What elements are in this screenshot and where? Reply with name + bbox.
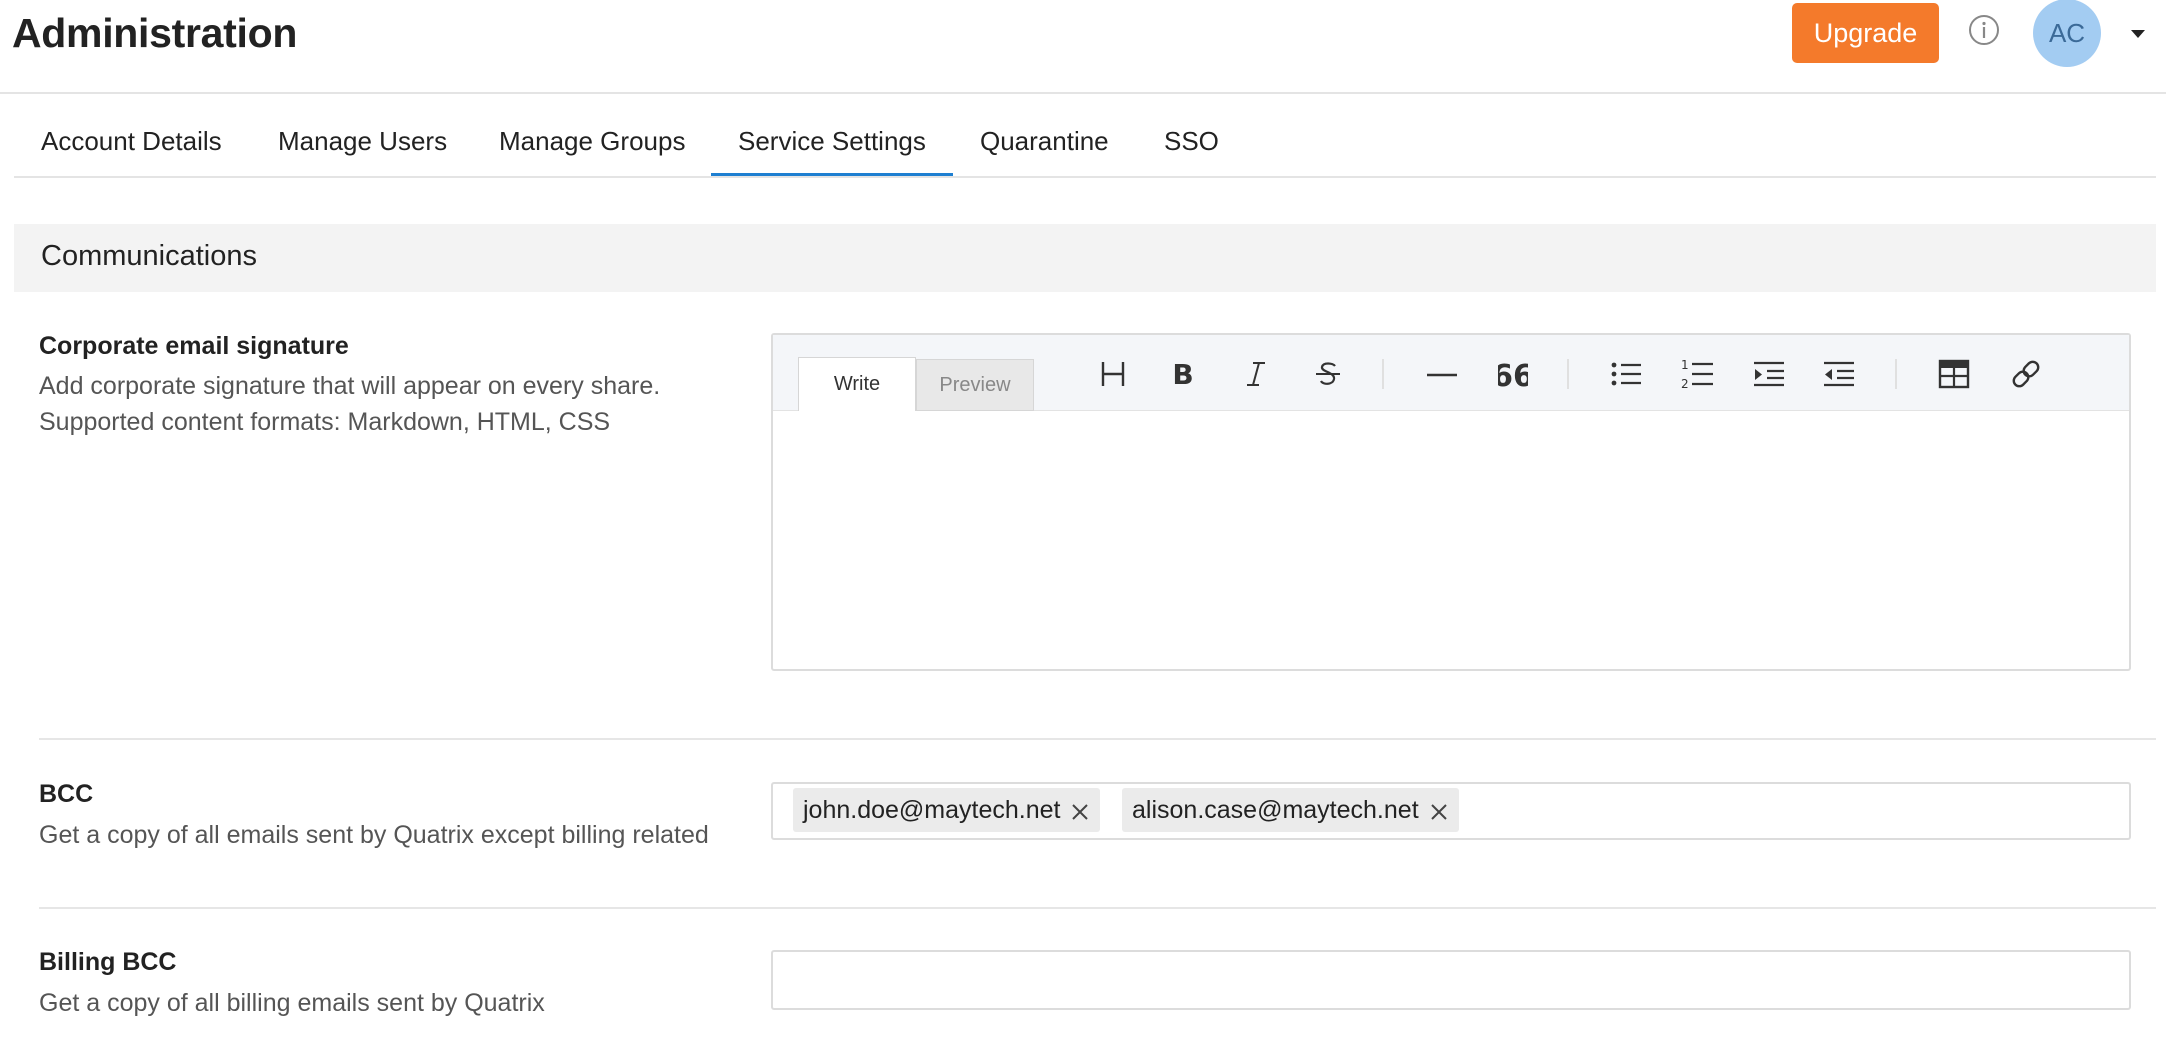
- bulleted-list-icon[interactable]: [1604, 352, 1648, 396]
- svg-text:1: 1: [1681, 358, 1689, 372]
- indent-icon[interactable]: [1747, 352, 1791, 396]
- signature-description-line2: Supported content formats: Markdown, HTM…: [39, 408, 611, 436]
- email-chip: john.doe@maytech.net: [793, 788, 1101, 832]
- heading-icon[interactable]: [1091, 352, 1135, 396]
- tab-account-details[interactable]: Account Details: [41, 126, 222, 157]
- caret-down-icon[interactable]: [2130, 27, 2146, 39]
- table-icon[interactable]: [1932, 352, 1976, 396]
- svg-text:B: B: [1172, 359, 1193, 389]
- strikethrough-icon[interactable]: [1306, 352, 1350, 396]
- editor-tab-write[interactable]: Write: [798, 357, 916, 411]
- bcc-label: BCC: [39, 780, 94, 808]
- italic-icon[interactable]: [1234, 352, 1278, 396]
- upgrade-button[interactable]: Upgrade: [1792, 3, 1939, 63]
- svg-text:2: 2: [1681, 377, 1689, 390]
- row-divider: [39, 738, 2156, 740]
- billing-bcc-description: Get a copy of all billing emails sent by…: [39, 989, 545, 1017]
- remove-icon[interactable]: [1070, 800, 1090, 820]
- toolbar-separator: [1567, 359, 1569, 389]
- email-chip: alison.case@maytech.net: [1122, 788, 1459, 832]
- page-title: Administration: [12, 10, 298, 56]
- svg-text:66: 66: [1498, 359, 1528, 389]
- tab-quarantine[interactable]: Quarantine: [980, 126, 1109, 157]
- email-chip-label: john.doe@maytech.net: [803, 795, 1061, 824]
- quote-icon[interactable]: 66: [1491, 352, 1535, 396]
- remove-icon[interactable]: [1429, 800, 1449, 820]
- section-title: Communications: [41, 240, 257, 272]
- outdent-icon[interactable]: [1817, 352, 1861, 396]
- tab-manage-groups[interactable]: Manage Groups: [499, 126, 685, 157]
- billing-bcc-input[interactable]: [771, 950, 2131, 1010]
- toolbar-separator: [1382, 359, 1384, 389]
- section-header: [14, 224, 2156, 292]
- editor-tab-preview[interactable]: Preview: [916, 359, 1034, 411]
- tab-manage-users[interactable]: Manage Users: [278, 126, 447, 157]
- bold-icon[interactable]: B: [1161, 352, 1205, 396]
- signature-label: Corporate email signature: [39, 332, 349, 360]
- billing-bcc-label: Billing BCC: [39, 948, 177, 976]
- email-chip-label: alison.case@maytech.net: [1132, 795, 1419, 824]
- tab-service-settings[interactable]: Service Settings: [738, 126, 926, 157]
- avatar[interactable]: AC: [2033, 0, 2101, 67]
- link-icon[interactable]: [2004, 352, 2048, 396]
- info-icon[interactable]: [1967, 13, 2001, 47]
- signature-description-line1: Add corporate signature that will appear…: [39, 372, 661, 400]
- active-tab-indicator: [711, 173, 953, 176]
- numbered-list-icon[interactable]: 1 2: [1675, 352, 1719, 396]
- horizontal-rule-icon[interactable]: [1420, 352, 1464, 396]
- tab-sso[interactable]: SSO: [1164, 126, 1219, 157]
- row-divider: [39, 907, 2156, 909]
- tabs-divider: [14, 176, 2156, 178]
- toolbar-separator: [1895, 359, 1897, 389]
- signature-textarea[interactable]: [773, 411, 2129, 669]
- header-divider: [0, 92, 2166, 94]
- bcc-description: Get a copy of all emails sent by Quatrix…: [39, 821, 709, 849]
